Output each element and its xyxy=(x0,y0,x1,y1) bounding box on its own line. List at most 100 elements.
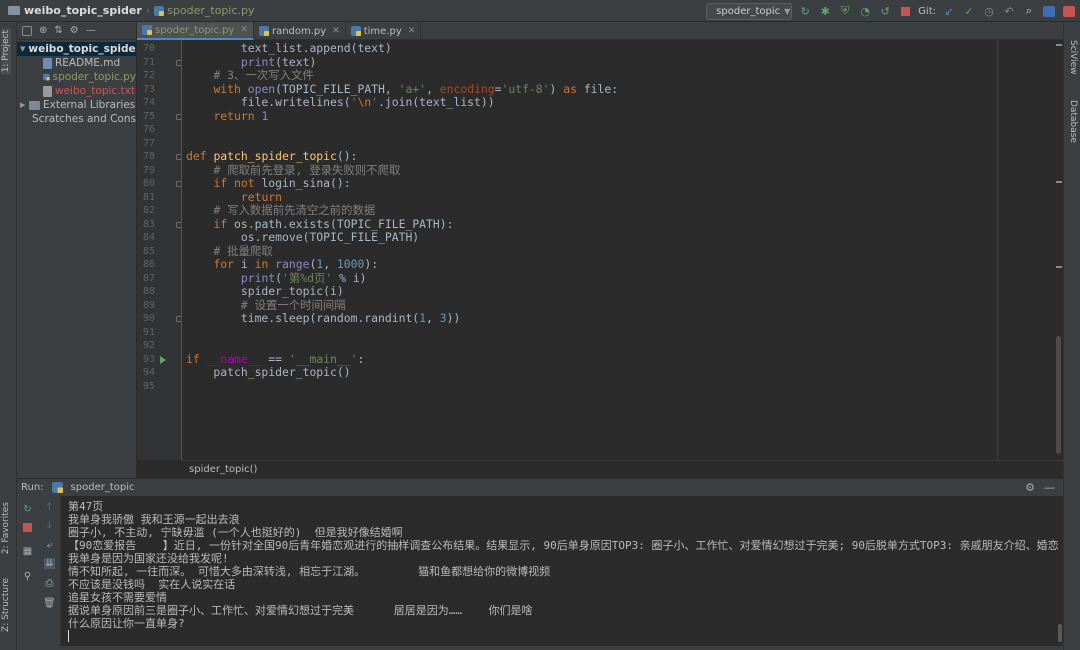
line-number[interactable]: 95 xyxy=(143,380,155,394)
tree-item-spoder-topic[interactable]: spoder_topic.py xyxy=(17,70,136,84)
tree-item-project-root[interactable]: ▼ weibo_topic_spider xyxy=(17,42,136,56)
pin-icon[interactable]: ⚲ xyxy=(22,571,33,582)
run-toolbar-secondary: ↑ ↓ ⤶ ⇊ ⎙ 🗑 xyxy=(39,496,61,650)
line-number[interactable]: 74 xyxy=(143,96,155,110)
concurrency-icon[interactable]: ↺ xyxy=(878,4,892,18)
gear-icon[interactable]: ⚙ xyxy=(70,25,79,36)
code-line: # 设置一个时间间隔 xyxy=(240,297,346,312)
tab-spoder-topic[interactable]: spoder_topic.py ✕ xyxy=(137,22,254,40)
profile-icon[interactable]: ◔ xyxy=(858,4,872,18)
line-number[interactable]: 91 xyxy=(143,326,155,340)
line-number[interactable]: 89 xyxy=(143,299,155,313)
hide-icon[interactable]: — xyxy=(86,25,96,36)
run-console-output[interactable]: 第47页 我单身我骄傲 我和王源一起出去浪 圈子小, 不主动, 宁缺毋滥 (一个… xyxy=(61,496,1063,646)
code-line: os.remove(TOPIC_FILE_PATH) xyxy=(186,230,420,244)
line-number[interactable]: 77 xyxy=(143,137,155,151)
breadcrumb-file[interactable]: spoder_topic.py xyxy=(167,4,254,17)
line-number[interactable]: 79 xyxy=(143,164,155,178)
python-file-icon xyxy=(258,26,269,36)
editor-scrollbar[interactable] xyxy=(1056,336,1061,454)
gear-icon[interactable]: ⚙ xyxy=(1025,481,1035,494)
line-number[interactable]: 92 xyxy=(143,339,155,353)
run-label: Run: xyxy=(21,482,44,493)
line-number[interactable]: 76 xyxy=(143,123,155,137)
debug-icon[interactable]: ✱ xyxy=(818,4,832,18)
tab-project[interactable]: 1: Project xyxy=(1,28,11,75)
tab-favorites[interactable]: 2: Favorites xyxy=(1,502,11,554)
tab-structure[interactable]: Z: Structure xyxy=(1,578,11,632)
trash-icon[interactable]: 🗑 xyxy=(43,598,56,609)
close-icon[interactable]: ✕ xyxy=(332,26,340,36)
tab-label: spoder_topic.py xyxy=(155,24,235,36)
console-line: 不应该是没钱吗 实在人说实在话 xyxy=(68,578,236,591)
stop-icon[interactable] xyxy=(898,4,912,18)
line-number[interactable]: 78 xyxy=(143,150,155,164)
breadcrumb-function[interactable]: spider_topic() xyxy=(189,464,257,475)
text-file-icon xyxy=(43,85,52,97)
run-config-selector[interactable]: spoder_topic ▼ xyxy=(706,2,793,20)
code-line: for i in range(1, 1000): xyxy=(213,257,379,271)
run-config-tab[interactable]: spoder_topic xyxy=(71,482,135,493)
line-number[interactable]: 93 xyxy=(143,353,155,367)
arrow-down-icon[interactable]: ↓ xyxy=(44,520,55,531)
project-view-icon[interactable] xyxy=(22,25,32,36)
tree-item-readme[interactable]: README.md xyxy=(17,56,136,70)
line-number[interactable]: 82 xyxy=(143,204,155,218)
layout-icon[interactable]: ▦ xyxy=(22,546,33,557)
code-editor[interactable]: text_list.append(text) print(text) # 3、一… xyxy=(182,40,997,460)
line-number[interactable]: 81 xyxy=(143,191,155,205)
plugin-icon[interactable] xyxy=(1062,4,1076,18)
rerun-icon[interactable]: ↻ xyxy=(22,504,33,515)
history-icon[interactable]: ◷ xyxy=(982,4,996,18)
line-number[interactable]: 72 xyxy=(143,69,155,83)
code-line: patch_spider_topic() xyxy=(186,365,351,379)
coverage-icon[interactable]: ⛨ xyxy=(838,4,852,18)
tab-database[interactable]: Database xyxy=(1068,100,1078,143)
error-stripe-marker[interactable] xyxy=(1056,44,1062,46)
line-number[interactable]: 71 xyxy=(143,56,155,70)
line-number[interactable]: 90 xyxy=(143,312,155,326)
minimize-icon[interactable]: — xyxy=(1044,481,1055,494)
line-number[interactable]: 86 xyxy=(143,258,155,272)
error-stripe-marker[interactable] xyxy=(1056,181,1062,183)
tree-item-scratches[interactable]: Scratches and Consoles xyxy=(17,112,136,126)
stop-icon[interactable] xyxy=(22,522,33,533)
tab-time[interactable]: time.py ✕ xyxy=(346,22,422,40)
line-number[interactable]: 75 xyxy=(143,110,155,124)
collapse-icon[interactable]: ⇅ xyxy=(54,25,62,36)
search-icon[interactable]: ⌕ xyxy=(1022,4,1036,18)
scroll-to-end-icon[interactable]: ⇊ xyxy=(44,558,55,569)
run-toolbar-primary: ↻ ▦ ⚲ xyxy=(17,496,39,650)
arrow-up-icon[interactable]: ↑ xyxy=(44,502,55,513)
console-line: 我单身是因为国家还没给我发呢! xyxy=(68,552,229,565)
close-icon[interactable]: ✕ xyxy=(240,25,248,35)
soft-wrap-icon[interactable]: ⤶ xyxy=(44,540,55,551)
console-line: 【90恋爱报告 】近日, 一份针对全国90后青年婚恋观进行的抽样调查公布结果。结… xyxy=(68,539,1059,552)
rerun-icon[interactable]: ↻ xyxy=(798,4,812,18)
tab-random[interactable]: random.py ✕ xyxy=(254,22,346,40)
tree-item-external-libraries[interactable]: ▶ External Libraries xyxy=(17,98,136,112)
tab-sciview[interactable]: SciView xyxy=(1068,40,1078,75)
error-stripe-marker[interactable] xyxy=(1056,266,1062,268)
tree-item-weibo-topic-txt[interactable]: weibo_topic.txt xyxy=(17,84,136,98)
line-number[interactable]: 80 xyxy=(143,177,155,191)
line-number[interactable]: 84 xyxy=(143,231,155,245)
rollback-icon[interactable]: ↶ xyxy=(1002,4,1016,18)
line-number[interactable]: 88 xyxy=(143,285,155,299)
close-icon[interactable]: ✕ xyxy=(408,26,416,36)
target-icon[interactable]: ⊕ xyxy=(39,25,47,36)
line-number[interactable]: 73 xyxy=(143,83,155,97)
line-number[interactable]: 85 xyxy=(143,245,155,259)
translate-icon[interactable] xyxy=(1042,4,1056,18)
line-number[interactable]: 83 xyxy=(143,218,155,232)
console-scrollbar[interactable] xyxy=(1058,624,1062,642)
line-number[interactable]: 70 xyxy=(143,42,155,56)
chevron-right-icon: › xyxy=(145,4,151,17)
run-gutter-icon[interactable] xyxy=(160,355,166,364)
breadcrumb-project[interactable]: weibo_topic_spider xyxy=(24,4,142,17)
line-number[interactable]: 94 xyxy=(143,366,155,380)
git-commit-icon[interactable]: ✓ xyxy=(962,4,976,18)
print-icon[interactable]: ⎙ xyxy=(44,578,55,589)
line-number[interactable]: 87 xyxy=(143,272,155,286)
git-update-icon[interactable]: ↙ xyxy=(942,4,956,18)
